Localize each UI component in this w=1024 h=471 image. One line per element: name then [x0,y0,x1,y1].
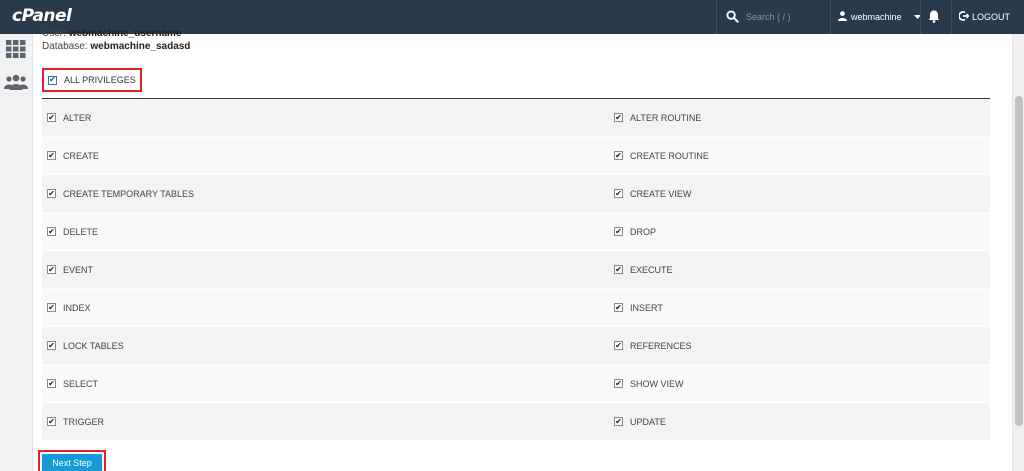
checkbox-checked-icon[interactable]: ✔ [47,417,56,426]
privilege-checkbox[interactable]: ✔ INDEX [42,303,609,313]
search-input[interactable] [746,12,826,22]
privilege-checkbox[interactable]: ✔ LOCK TABLES [42,341,609,351]
checkbox-checked-icon[interactable]: ✔ [47,341,56,350]
user-menu[interactable]: webmachine [838,0,921,34]
privilege-label: CREATE ROUTINE [630,150,709,161]
all-privileges-checkbox[interactable]: ✔ ALL PRIVILEGES [42,68,142,92]
checkbox-checked-icon[interactable]: ✔ [614,341,623,350]
privilege-label: CREATE TEMPORARY TABLES [63,188,195,199]
checkbox-checked-icon[interactable]: ✔ [47,113,56,122]
next-step-highlight: Next Step [38,450,106,471]
navbar-divider [830,0,831,34]
privilege-label: SELECT [63,378,99,389]
search-icon [726,10,740,24]
checkbox-checked-icon[interactable]: ✔ [614,303,623,312]
privilege-checkbox[interactable]: ✔ CREATE VIEW [609,189,990,199]
scrollbar[interactable] [1012,34,1024,471]
checkbox-checked-icon[interactable]: ✔ [614,189,623,198]
checkbox-checked-icon[interactable]: ✔ [47,303,56,312]
privilege-checkbox[interactable]: ✔ CREATE TEMPORARY TABLES [42,189,609,199]
privilege-row: ✔ SELECT ✔ SHOW VIEW [42,365,990,403]
privilege-checkbox[interactable]: ✔ ALTER ROUTINE [609,113,990,123]
bell-icon[interactable] [928,10,940,28]
privilege-label: DELETE [63,226,99,237]
checkbox-checked-icon[interactable]: ✔ [614,417,623,426]
privileges-table: ✔ ALTER ✔ ALTER ROUTINE ✔ CREATE ✔ CREATE ROUTI… [42,99,990,441]
privilege-checkbox[interactable]: ✔ EXECUTE [609,265,990,275]
logout-button[interactable]: LOGOUT [958,0,1011,34]
database-value: webmachine_sadasd [90,41,191,52]
user-icon [838,11,847,23]
privilege-checkbox[interactable]: ✔ REFERENCES [609,341,990,351]
privilege-label: TRIGGER [63,416,105,427]
logout-label: LOGOUT [972,12,1011,22]
privilege-label: INDEX [63,302,91,313]
privilege-checkbox[interactable]: ✔ CREATE ROUTINE [609,151,990,161]
privilege-label: CREATE [63,150,99,161]
privilege-checkbox[interactable]: ✔ DELETE [42,227,609,237]
privilege-label: UPDATE [630,416,666,427]
cpanel-logo[interactable]: cPanel [12,6,72,26]
all-privileges-label: ALL PRIVILEGES [64,75,136,85]
users-icon[interactable] [4,74,28,95]
checkbox-checked-icon[interactable]: ✔ [47,151,56,160]
checkbox-checked-icon[interactable]: ✔ [47,379,56,388]
navbar-divider [951,0,952,34]
privilege-checkbox[interactable]: ✔ SELECT [42,379,609,389]
user-info-line: User: webmachine_username [42,28,182,40]
privilege-checkbox[interactable]: ✔ SHOW VIEW [609,379,990,389]
privilege-checkbox[interactable]: ✔ UPDATE [609,417,990,427]
user-label: User: [42,28,66,39]
privilege-label: EXECUTE [630,264,673,275]
privilege-row: ✔ LOCK TABLES ✔ REFERENCES [42,327,990,365]
privilege-row: ✔ INDEX ✔ INSERT [42,289,990,327]
next-step-button[interactable]: Next Step [42,454,102,471]
database-info-line: Database: webmachine_sadasd [42,41,190,53]
checkbox-checked-icon[interactable]: ✔ [614,151,623,160]
checkbox-checked-icon[interactable]: ✔ [47,189,56,198]
privilege-row: ✔ EVENT ✔ EXECUTE [42,251,990,289]
privilege-checkbox[interactable]: ✔ INSERT [609,303,990,313]
privilege-checkbox[interactable]: ✔ CREATE [42,151,609,161]
checkbox-checked-icon[interactable]: ✔ [48,75,57,85]
checkbox-checked-icon[interactable]: ✔ [47,227,56,236]
privilege-row: ✔ CREATE ✔ CREATE ROUTINE [42,137,990,175]
navbar-divider [920,0,921,34]
privilege-label: ALTER [63,112,92,123]
privilege-label: ALTER ROUTINE [630,112,702,123]
search-box[interactable] [716,0,830,34]
privilege-row: ✔ TRIGGER ✔ UPDATE [42,403,990,441]
privilege-label: CREATE VIEW [630,188,692,199]
grid-apps-icon[interactable] [6,40,26,63]
database-label: Database: [42,41,88,52]
privilege-label: SHOW VIEW [630,378,684,389]
privilege-row: ✔ DELETE ✔ DROP [42,213,990,251]
privilege-checkbox[interactable]: ✔ ALTER [42,113,609,123]
privilege-label: EVENT [63,264,94,275]
privilege-checkbox[interactable]: ✔ TRIGGER [42,417,609,427]
privilege-row: ✔ ALTER ✔ ALTER ROUTINE [42,99,990,137]
checkbox-checked-icon[interactable]: ✔ [47,265,56,274]
checkbox-checked-icon[interactable]: ✔ [614,113,623,122]
username-label: webmachine [851,12,902,22]
privilege-row: ✔ CREATE TEMPORARY TABLES ✔ CREATE VIEW [42,175,990,213]
privilege-label: DROP [630,226,657,237]
privilege-checkbox[interactable]: ✔ EVENT [42,265,609,275]
checkbox-checked-icon[interactable]: ✔ [614,227,623,236]
user-value: webmachine_username [68,28,182,39]
privilege-label: REFERENCES [630,340,692,351]
logout-icon [958,11,970,23]
checkbox-checked-icon[interactable]: ✔ [614,265,623,274]
scrollbar-thumb[interactable] [1015,96,1023,426]
checkbox-checked-icon[interactable]: ✔ [614,379,623,388]
privilege-checkbox[interactable]: ✔ DROP [609,227,990,237]
left-sidebar [0,34,33,471]
privilege-label: INSERT [630,302,663,313]
privilege-label: LOCK TABLES [63,340,124,351]
